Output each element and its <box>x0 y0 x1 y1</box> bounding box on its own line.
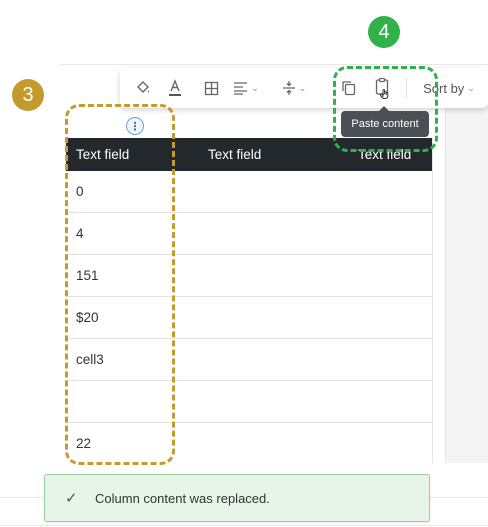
top-divider <box>60 64 488 65</box>
bottom-divider <box>0 525 488 526</box>
step-4-badge: 4 <box>368 16 400 48</box>
borders-button[interactable] <box>200 77 222 99</box>
step-3-badge: 3 <box>12 79 44 111</box>
step4-highlight-box <box>333 66 438 152</box>
vertical-align-dropdown[interactable]: ⌄ <box>276 77 312 99</box>
align-icon <box>234 82 248 95</box>
text-color-button[interactable] <box>164 77 186 99</box>
chevron-down-icon: ⌄ <box>467 82 475 93</box>
vertical-align-icon <box>282 81 295 95</box>
toast-message: Column content was replaced. <box>95 491 270 506</box>
borders-icon <box>204 81 218 95</box>
align-dropdown[interactable]: ⌄ <box>228 77 264 99</box>
success-toast: ✓ Column content was replaced. <box>44 474 430 522</box>
column-header[interactable]: Text field <box>208 138 261 171</box>
check-icon: ✓ <box>65 490 78 507</box>
chevron-down-icon: ⌄ <box>251 82 259 93</box>
text-color-icon <box>169 79 181 96</box>
side-panel <box>445 95 488 463</box>
chevron-down-icon: ⌄ <box>298 82 307 93</box>
fill-color-icon <box>137 81 149 93</box>
step3-highlight-box <box>65 104 175 465</box>
fill-color-button[interactable] <box>132 77 154 99</box>
